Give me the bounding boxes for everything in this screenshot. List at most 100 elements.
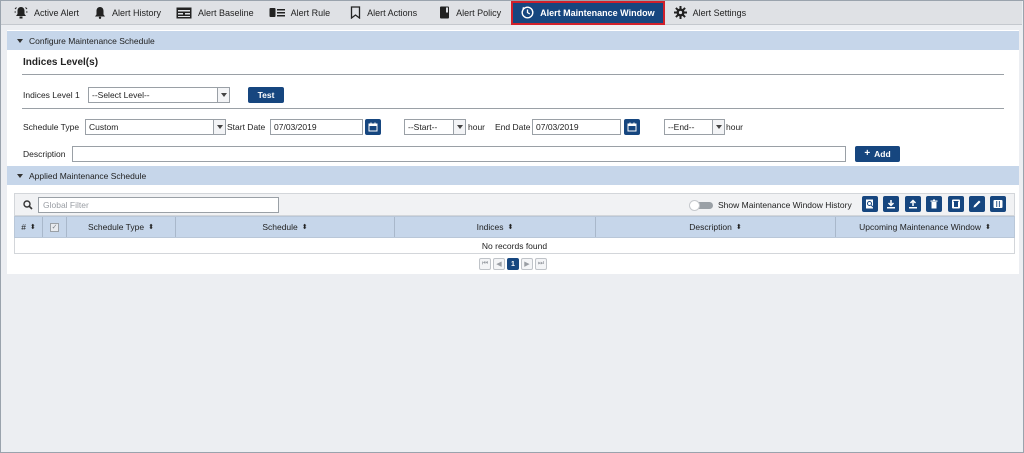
column-label: #	[21, 222, 26, 232]
chevron-down-icon	[712, 120, 724, 134]
tab-alert-policy[interactable]: Alert Policy	[432, 2, 508, 24]
tab-label: Alert History	[112, 7, 162, 18]
last-page-icon[interactable]: ⏭	[535, 258, 547, 270]
column-header-upcoming-window[interactable]: Upcoming Maintenance Window ⬍	[836, 217, 1014, 237]
indices-level-label: Indices Level 1	[23, 90, 80, 100]
next-page-icon[interactable]: ▶	[521, 258, 533, 270]
tab-label: Alert Actions	[367, 7, 418, 18]
column-label: Description	[689, 222, 732, 232]
column-label: Indices	[476, 222, 504, 232]
indices-heading: Indices Level(s)	[23, 57, 99, 68]
calendar-icon[interactable]	[365, 119, 381, 135]
tab-alert-history[interactable]: Alert History	[87, 2, 168, 24]
edit-icon[interactable]	[969, 196, 985, 212]
policy-book-icon	[440, 6, 450, 19]
end-date-input[interactable]: 07/03/2019	[532, 119, 621, 135]
rule-list-icon	[269, 8, 285, 17]
column-label: Schedule Type	[88, 222, 145, 232]
prev-page-icon[interactable]: ◀	[493, 258, 505, 270]
gear-icon	[673, 6, 687, 19]
tab-label: Alert Maintenance Window	[540, 7, 655, 18]
column-header-indices[interactable]: Indices ⬍	[395, 217, 596, 237]
tab-alert-baseline[interactable]: Alert Baseline	[169, 2, 261, 24]
bookmark-icon	[350, 6, 361, 19]
view-icon[interactable]	[862, 196, 878, 212]
start-date-input[interactable]: 07/03/2019	[270, 119, 363, 135]
start-date-label: Start Date	[227, 122, 266, 132]
select-value: --Select Level--	[92, 90, 150, 100]
divider	[22, 74, 1004, 75]
select-value: Custom	[89, 122, 119, 132]
add-button-label: Add	[874, 149, 891, 159]
delete-all-icon[interactable]	[948, 196, 964, 212]
plus-icon: +	[864, 148, 871, 159]
tab-bar: Active Alert Alert History Alert Baselin…	[1, 0, 1022, 25]
tab-alert-settings[interactable]: Alert Settings	[667, 2, 754, 24]
checkbox-icon[interactable]: ✓	[50, 222, 59, 232]
applied-section-header[interactable]: Applied Maintenance Schedule	[7, 166, 1019, 185]
first-page-icon[interactable]: ⏮	[479, 258, 491, 270]
column-header-select-all[interactable]: ✓	[43, 217, 67, 237]
tab-label: Alert Rule	[290, 7, 331, 18]
end-hour-select[interactable]: --End--	[664, 119, 725, 135]
paginator: ⏮ ◀ 1 ▶ ⏭	[479, 258, 547, 272]
tab-alert-maintenance-window[interactable]: Alert Maintenance Window	[511, 0, 665, 25]
columns-icon[interactable]	[990, 196, 1006, 212]
column-label: Schedule	[262, 222, 298, 232]
bell-icon	[95, 7, 106, 19]
tab-label: Active Alert	[34, 7, 80, 18]
chevron-down-icon	[217, 88, 229, 102]
end-date-label: End Date	[495, 122, 531, 132]
schedule-type-label: Schedule Type	[23, 122, 80, 132]
tab-label: Alert Policy	[456, 7, 502, 18]
sort-icon: ⬍	[507, 223, 514, 231]
download-icon[interactable]	[883, 196, 899, 212]
chevron-down-icon	[453, 120, 465, 134]
history-toggle-label: Show Maintenance Window History	[718, 200, 852, 210]
column-header-schedule-type[interactable]: Schedule Type ⬍	[67, 217, 176, 237]
column-header-description[interactable]: Description ⬍	[596, 217, 836, 237]
sort-icon: ⬍	[29, 223, 36, 231]
calendar-icon[interactable]	[624, 119, 640, 135]
column-header-schedule[interactable]: Schedule ⬍	[176, 217, 395, 237]
sort-icon: ⬍	[735, 223, 742, 231]
collapse-caret-icon	[17, 173, 23, 178]
column-label: Upcoming Maintenance Window	[859, 222, 982, 232]
maintenance-icon	[521, 6, 534, 19]
hour-label: hour	[468, 122, 486, 132]
global-filter-input[interactable]: Global Filter	[38, 197, 279, 213]
add-button[interactable]: + Add	[855, 146, 900, 162]
page-number[interactable]: 1	[507, 258, 519, 270]
sort-icon: ⬍	[985, 223, 991, 231]
sort-icon: ⬍	[301, 223, 308, 231]
collapse-caret-icon	[17, 38, 23, 43]
indices-level-select[interactable]: --Select Level--	[88, 87, 230, 103]
configure-section-header[interactable]: Configure Maintenance Schedule	[7, 31, 1019, 50]
tab-alert-actions[interactable]: Alert Actions	[343, 2, 424, 24]
section-title: Configure Maintenance Schedule	[29, 35, 155, 46]
description-input[interactable]	[72, 146, 846, 162]
baseline-icon	[176, 7, 192, 18]
tab-label: Alert Baseline	[198, 7, 254, 18]
select-value: --Start--	[408, 122, 438, 132]
divider	[22, 108, 1004, 109]
tab-label: Alert Settings	[692, 7, 747, 18]
hour-label: hour	[726, 122, 744, 132]
tab-active-alert[interactable]: Active Alert	[7, 2, 86, 24]
upload-icon[interactable]	[905, 196, 921, 212]
select-value: --End--	[668, 122, 695, 132]
schedule-type-select[interactable]: Custom	[85, 119, 226, 135]
start-hour-select[interactable]: --Start--	[404, 119, 466, 135]
history-toggle[interactable]	[689, 200, 713, 211]
section-title: Applied Maintenance Schedule	[29, 170, 147, 181]
description-label: Description	[23, 149, 66, 159]
empty-table-message: No records found	[14, 238, 1015, 254]
test-button[interactable]: Test	[248, 87, 284, 103]
delete-icon[interactable]	[926, 196, 942, 212]
search-icon	[23, 200, 33, 210]
tab-alert-rule[interactable]: Alert Rule	[262, 2, 338, 24]
sort-icon: ⬍	[148, 223, 154, 231]
chevron-down-icon	[213, 120, 225, 134]
table-header: # ⬍ ✓ Schedule Type ⬍ Schedule ⬍ Indices ⬍ D…	[14, 216, 1015, 238]
column-header-index[interactable]: # ⬍	[15, 217, 43, 237]
